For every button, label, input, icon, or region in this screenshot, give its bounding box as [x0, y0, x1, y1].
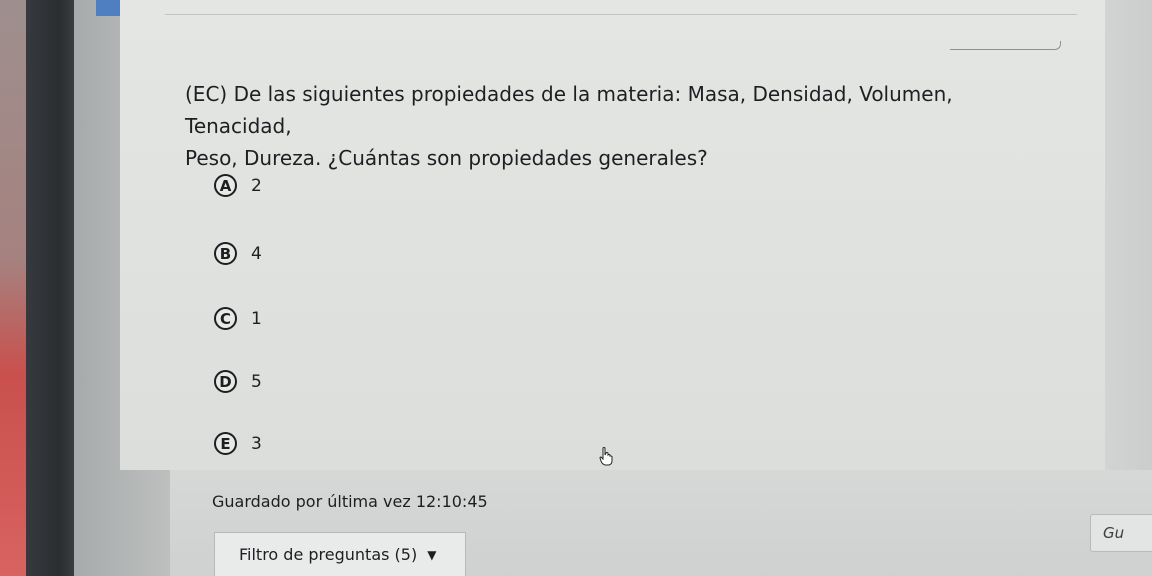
- filter-label: Filtro de preguntas (5): [239, 545, 418, 564]
- last-saved-status: Guardado por última vez 12:10:45: [212, 492, 488, 511]
- save-button[interactable]: Gu: [1090, 514, 1152, 552]
- option-letter-badge: B: [214, 242, 237, 265]
- corner-decoration: [950, 41, 1061, 50]
- question-text: (EC) De las siguientes propiedades de la…: [185, 78, 1035, 174]
- option-d[interactable]: D 5: [214, 370, 262, 393]
- save-button-label: Gu: [1103, 524, 1125, 542]
- option-text: 4: [251, 243, 262, 264]
- option-c[interactable]: C 1: [214, 307, 262, 330]
- desk-background: [0, 0, 26, 576]
- option-text: 2: [251, 175, 262, 196]
- option-text: 3: [251, 433, 262, 454]
- question-filter-button[interactable]: Filtro de preguntas (5) ▼: [214, 532, 466, 576]
- option-letter-badge: E: [214, 432, 237, 455]
- divider: [165, 14, 1077, 15]
- monitor-bezel: [26, 0, 74, 576]
- hand-cursor-icon: [599, 447, 613, 466]
- option-e[interactable]: E 3: [214, 432, 262, 455]
- option-b[interactable]: B 4: [214, 242, 262, 265]
- option-a[interactable]: A 2: [214, 174, 262, 197]
- question-line-1: (EC) De las siguientes propiedades de la…: [185, 82, 953, 138]
- page-right-margin: [1105, 0, 1152, 470]
- option-letter-badge: C: [214, 307, 237, 330]
- question-line-2: Peso, Dureza. ¿Cuántas son propiedades g…: [185, 146, 708, 170]
- screen: (EC) De las siguientes propiedades de la…: [0, 0, 1152, 576]
- option-text: 1: [251, 308, 262, 329]
- question-panel: [120, 0, 1106, 470]
- caret-down-icon: ▼: [427, 547, 437, 562]
- option-letter-badge: D: [214, 370, 237, 393]
- option-text: 5: [251, 371, 262, 392]
- option-letter-badge: A: [214, 174, 237, 197]
